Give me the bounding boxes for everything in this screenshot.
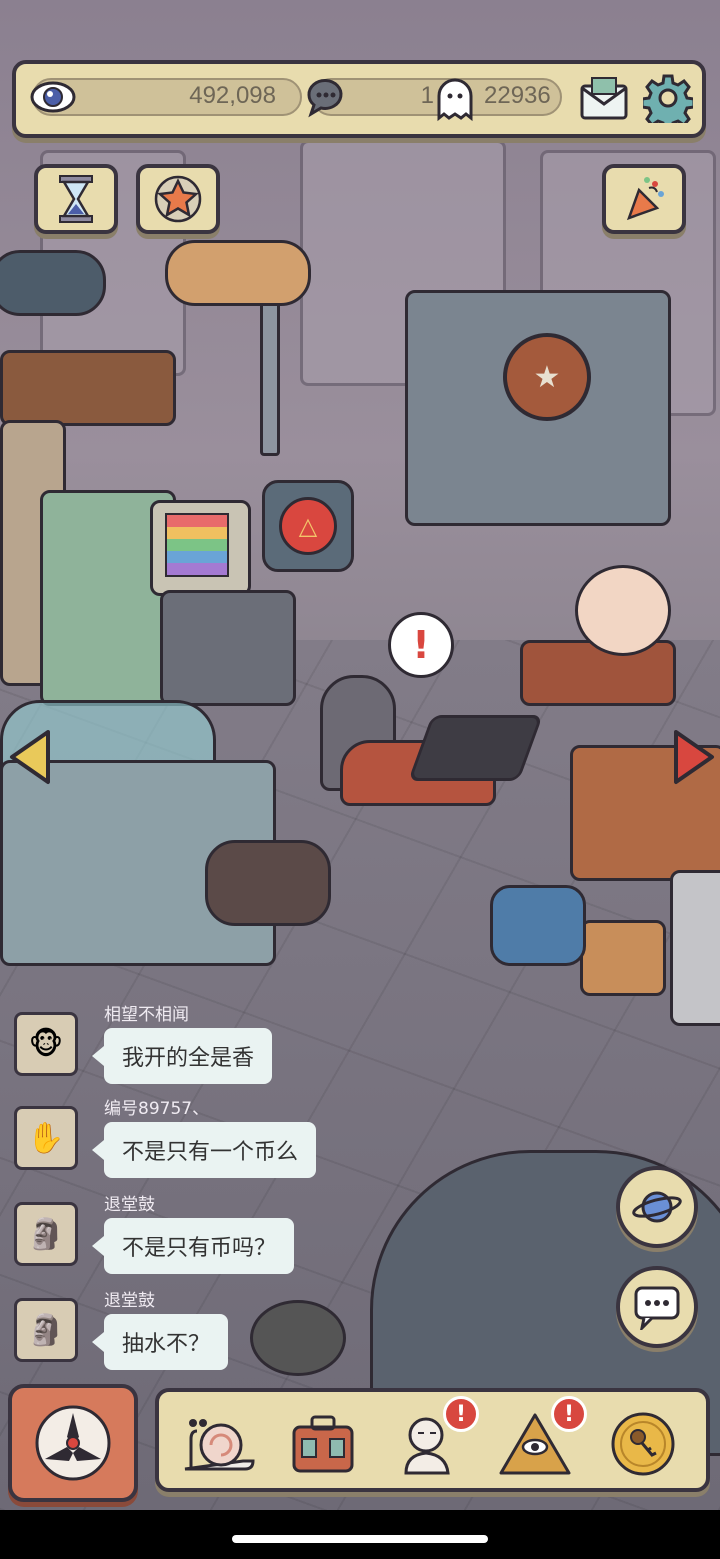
star-icon — [154, 175, 202, 223]
pipe-elbow — [205, 840, 331, 926]
party-popper-button[interactable] — [602, 164, 686, 234]
snail-button[interactable] — [177, 1402, 261, 1486]
user-avatar-icon: 🗿 — [27, 1312, 65, 1348]
spiked-display-case[interactable]: ★ — [405, 290, 671, 526]
nav-arrow-right[interactable] — [672, 728, 716, 786]
vent-sign — [165, 240, 311, 306]
bucket — [250, 1300, 346, 1376]
suitcase-button[interactable] — [281, 1402, 365, 1486]
bottom-menu: ! ! — [155, 1388, 710, 1492]
control-console[interactable] — [160, 590, 296, 706]
chat-icon — [634, 1286, 680, 1330]
nav-arrow-left[interactable] — [8, 728, 52, 786]
compass-button[interactable] — [8, 1384, 138, 1502]
gear-icon[interactable] — [640, 70, 696, 126]
chat-button[interactable] — [616, 1266, 698, 1348]
red-button-panel[interactable]: △ — [262, 480, 354, 572]
user-avatar-icon: ✋ — [27, 1120, 65, 1156]
retro-computer[interactable] — [150, 500, 251, 596]
party-popper-icon — [626, 177, 664, 221]
suitcase-icon — [292, 1415, 354, 1473]
shipping-crate[interactable] — [670, 870, 720, 1026]
avatar[interactable]: 🗿 — [14, 1298, 78, 1362]
chat-count: 1 — [420, 82, 434, 109]
planet-button[interactable] — [616, 1166, 698, 1248]
avatar[interactable]: 🗿 — [14, 1202, 78, 1266]
eye-count: 492,098 — [189, 82, 276, 109]
ghost-icon — [430, 72, 480, 124]
user-avatar-icon: 🗿 — [27, 1216, 65, 1252]
wooden-shelf — [0, 350, 176, 426]
computer-screen — [165, 513, 229, 577]
avatar[interactable]: 🐵 — [14, 1012, 78, 1076]
mail-icon[interactable] — [576, 70, 632, 126]
notification-badge: ! — [443, 1396, 479, 1432]
chat-bubble: 不是只有一个币么 — [91, 1122, 317, 1178]
telescope[interactable] — [0, 250, 106, 316]
alert-bubble[interactable]: ! — [388, 612, 454, 678]
avatar[interactable]: ✋ — [14, 1106, 78, 1170]
cardboard-box[interactable] — [580, 920, 666, 996]
hourglass-button[interactable] — [34, 164, 118, 234]
eye-icon — [28, 74, 78, 120]
chat-username: 相望不相闻 — [104, 1005, 189, 1025]
chat-username: 编号89757、 — [104, 1099, 210, 1119]
planet-icon — [632, 1191, 682, 1223]
giant-eyeball[interactable] — [575, 565, 671, 656]
snail-icon — [184, 1419, 255, 1471]
user-avatar-icon: 🐵 — [28, 1026, 64, 1062]
chat-bubble: 抽水不？ — [91, 1314, 229, 1370]
star-button[interactable] — [136, 164, 220, 234]
ghost-count: 22936 — [484, 82, 551, 109]
key-coin-icon — [611, 1412, 675, 1476]
chat-bubble: 不是只有币吗？ — [91, 1218, 295, 1274]
speech-bubble-icon — [300, 72, 350, 122]
chat-bubble: 我开的全是香 — [91, 1028, 273, 1084]
hourglass-icon — [59, 175, 93, 223]
chat-username: 退堂鼓 — [104, 1195, 155, 1215]
key-coin-button[interactable] — [601, 1402, 685, 1486]
notification-badge: ! — [551, 1396, 587, 1432]
home-indicator[interactable] — [232, 1535, 488, 1543]
resource-bar: 492,098 1 22936 — [12, 60, 706, 138]
alert-mark: ! — [412, 623, 430, 667]
robot-vacuum[interactable] — [490, 885, 586, 966]
triangle-button-icon[interactable]: △ — [279, 497, 337, 555]
chat-username: 退堂鼓 — [104, 1291, 155, 1311]
compass-icon — [35, 1405, 111, 1481]
star-shield-icon: ★ — [503, 333, 591, 421]
